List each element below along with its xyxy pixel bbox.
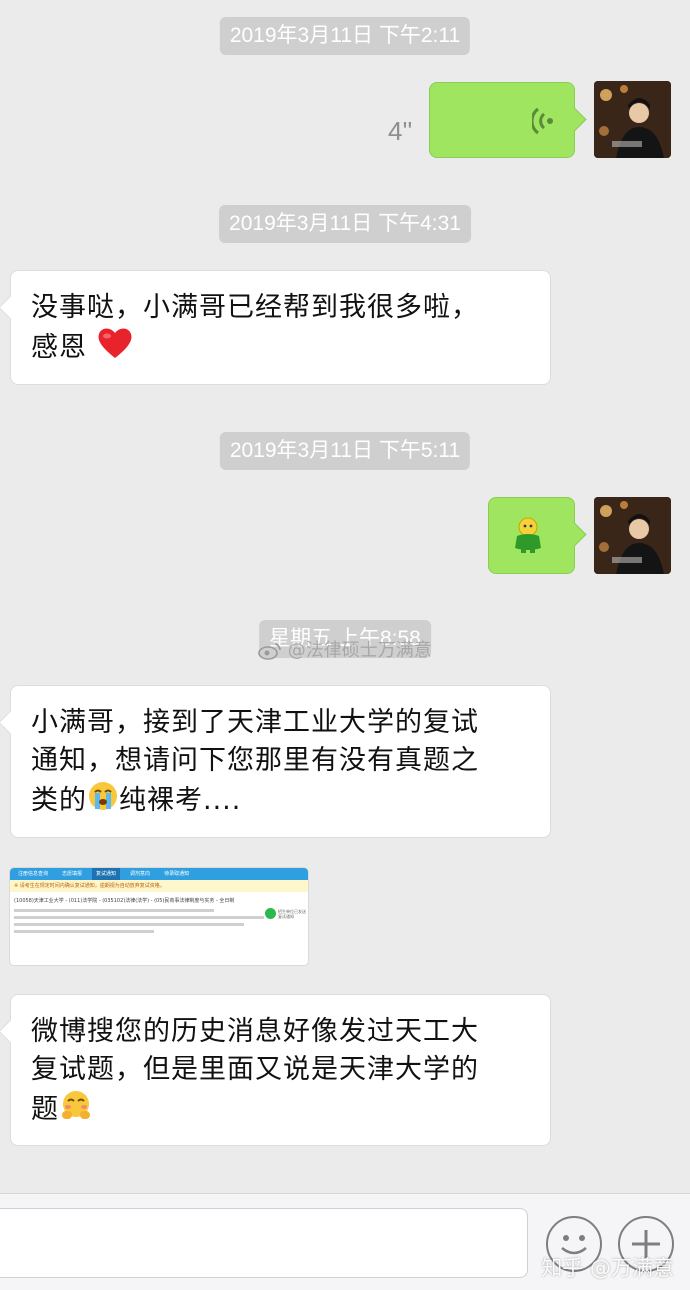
message-text: 小满哥，接到了天津工业大学的复试 bbox=[31, 707, 479, 738]
green-figure-sticker bbox=[511, 516, 545, 558]
image-side-text: 招生单位已发送复试通知 bbox=[278, 909, 306, 919]
crying-emoji bbox=[87, 780, 119, 823]
watermark: 知乎 @万满意 bbox=[541, 1256, 674, 1280]
image-tab: 志愿填报 bbox=[62, 871, 83, 877]
incoming-message[interactable]: 小满哥，接到了天津工业大学的复试 通知，想请问下您那里有没有真题之 类的 纯裸考… bbox=[10, 685, 551, 838]
image-notice: ※ 请考生在规定时间内确认复试通知，逾期视为自动放弃复试资格。 bbox=[10, 880, 308, 892]
avatar[interactable] bbox=[594, 81, 671, 158]
chat-area[interactable]: 2019年3月11日 下午2:11 4'' 2019年3月11日 下午4:31 … bbox=[0, 0, 690, 1193]
voice-wave-icon bbox=[530, 107, 554, 139]
voice-duration: 4'' bbox=[388, 116, 413, 146]
message-text: 通知，想请问下您那里有没有真题之 bbox=[31, 745, 479, 776]
image-tab-bar: 注册信息查询 志愿填报 复试通知 调剂意向 待录取通知 bbox=[10, 868, 308, 880]
image-tab: 调剂意向 bbox=[130, 871, 151, 877]
check-icon bbox=[265, 908, 276, 919]
weibo-icon bbox=[258, 640, 288, 661]
sticker-message-bubble[interactable] bbox=[488, 497, 575, 574]
heart-emoji bbox=[97, 327, 133, 370]
image-message[interactable]: 注册信息查询 志愿填报 复试通知 调剂意向 待录取通知 ※ 请考生在规定时间内确… bbox=[10, 868, 308, 965]
message-text: 复试题，但是里面又说是天津大学的 bbox=[31, 1054, 479, 1085]
timestamp: 2019年3月11日 下午4:31 bbox=[219, 205, 471, 243]
blush-emoji bbox=[59, 1089, 93, 1132]
message-text: 微博搜您的历史消息好像发过天工大 bbox=[31, 1016, 479, 1047]
message-text: 没事哒，小满哥已经帮到我很多啦， bbox=[31, 292, 479, 323]
message-text: 类的 bbox=[31, 785, 87, 816]
timestamp: 2019年3月11日 下午2:11 bbox=[219, 17, 471, 55]
image-tab: 复试通知 bbox=[92, 868, 121, 880]
voice-message-bubble[interactable] bbox=[429, 82, 575, 158]
message-text: 题 bbox=[31, 1094, 59, 1125]
message-text: 感恩 bbox=[31, 332, 87, 363]
timestamp: 2019年3月11日 下午5:11 bbox=[219, 432, 471, 470]
watermark: @法律硕士万满意 bbox=[258, 636, 432, 662]
watermark-text: @法律硕士万满意 bbox=[287, 640, 432, 661]
incoming-message[interactable]: 没事哒，小满哥已经帮到我很多啦， 感恩 bbox=[10, 270, 551, 385]
message-text: 纯裸考.... bbox=[119, 785, 242, 816]
avatar[interactable] bbox=[594, 497, 671, 574]
message-input[interactable] bbox=[0, 1208, 528, 1278]
incoming-message[interactable]: 微博搜您的历史消息好像发过天工大 复试题，但是里面又说是天津大学的 题 bbox=[10, 994, 551, 1146]
image-tab: 待录取通知 bbox=[164, 871, 190, 877]
image-tab: 注册信息查询 bbox=[18, 871, 49, 877]
image-title: (10058)天津工业大学 - (011)法学院 - (035102)法律(法学… bbox=[14, 898, 235, 904]
